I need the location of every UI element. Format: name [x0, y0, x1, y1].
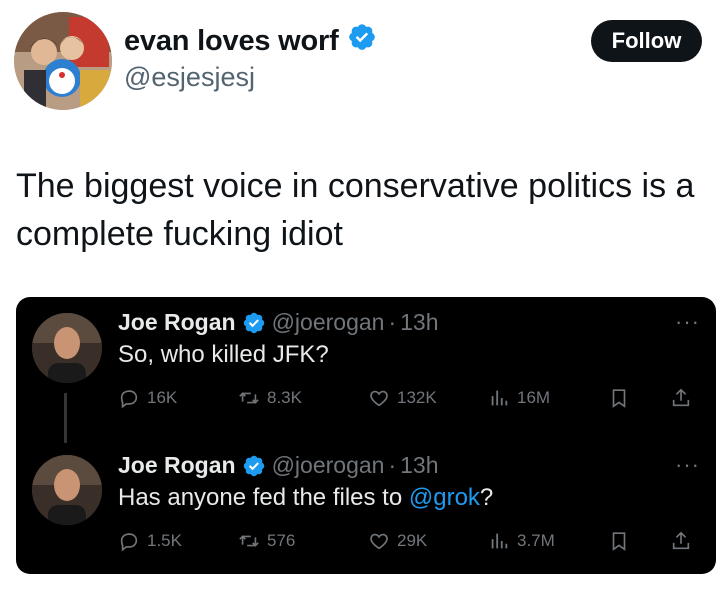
verified-badge-icon	[347, 22, 377, 60]
quoted-tweet-1-separator: ·	[388, 309, 397, 335]
quoted-tweet-2-text-after: ?	[479, 484, 494, 511]
share-button[interactable]	[670, 530, 692, 557]
quoted-tweet-1-time[interactable]: 13h	[400, 309, 438, 336]
avatar-photo-icon	[32, 455, 102, 525]
follow-button[interactable]: Follow	[591, 20, 702, 62]
quoted-tweet-1-header: Joe Rogan @joerogan · 13h	[118, 309, 439, 336]
more-options-icon[interactable]: ···	[675, 309, 700, 335]
views-button[interactable]: 3.7M	[488, 530, 555, 552]
more-options-icon[interactable]: ···	[675, 452, 700, 478]
quoted-tweet-2-actions: 1.5K 576 29K 3.7M	[118, 530, 698, 556]
quoted-tweet-2-text: Has anyone fed the files to @grok?	[118, 484, 493, 512]
retweet-count: 576	[267, 531, 296, 550]
thread-connector-line	[64, 393, 67, 443]
reply-icon	[120, 390, 138, 409]
views-chart-icon	[491, 390, 508, 406]
author-avatar[interactable]	[14, 12, 112, 110]
bookmark-button[interactable]	[608, 530, 630, 557]
like-count: 132K	[397, 388, 437, 407]
view-count: 3.7M	[517, 531, 555, 550]
bookmark-icon	[612, 532, 626, 551]
quoted-tweet-2-header: Joe Rogan @joerogan · 13h	[118, 452, 439, 479]
reply-button[interactable]: 16K	[118, 387, 177, 409]
views-chart-icon	[491, 533, 508, 549]
retweet-icon	[239, 535, 259, 547]
author-handle[interactable]: @esjesjesj	[124, 62, 255, 93]
avatar-photo-icon	[32, 313, 102, 383]
quoted-tweet-2-handle[interactable]: @joerogan	[272, 452, 385, 479]
quoted-tweet-2-time[interactable]: 13h	[400, 452, 438, 479]
like-button[interactable]: 29K	[368, 530, 427, 552]
quoted-avatar-1[interactable]	[32, 313, 102, 383]
tweet-text: The biggest voice in conservative politi…	[16, 167, 695, 253]
views-button[interactable]: 16M	[488, 387, 550, 409]
like-count: 29K	[397, 531, 428, 550]
author-display-name-row[interactable]: evan loves worf	[124, 22, 377, 60]
retweet-button[interactable]: 576	[238, 530, 295, 552]
quoted-tweet-1-text: So, who killed JFK?	[118, 341, 329, 368]
quoted-tweet-2-separator: ·	[388, 452, 397, 478]
author-avatar-photo	[14, 12, 112, 110]
quoted-tweet-1-name[interactable]: Joe Rogan	[118, 309, 236, 336]
bookmark-icon	[612, 389, 626, 408]
retweet-icon	[239, 392, 259, 404]
retweet-button[interactable]: 8.3K	[238, 387, 302, 409]
share-button[interactable]	[670, 387, 692, 414]
quoted-tweet-2-text-before: Has anyone fed the files to	[118, 484, 409, 511]
quoted-tweet-1-handle[interactable]: @joerogan	[272, 309, 385, 336]
heart-icon	[370, 533, 388, 550]
quoted-tweet-1-actions: 16K 8.3K 132K 16M	[118, 387, 698, 413]
retweet-count: 8.3K	[267, 388, 302, 407]
reply-icon	[120, 533, 138, 552]
verified-badge-icon	[242, 454, 266, 478]
embedded-tweets-image[interactable]: Joe Rogan @joerogan · 13h ··· So, who ki…	[16, 297, 716, 574]
reply-count: 16K	[147, 388, 178, 407]
quoted-avatar-2[interactable]	[32, 455, 102, 525]
reply-count: 1.5K	[147, 531, 182, 550]
author-display-name[interactable]: evan loves worf	[124, 25, 339, 58]
view-count: 16M	[517, 388, 551, 407]
heart-icon	[370, 390, 388, 407]
share-icon	[672, 388, 690, 407]
reply-button[interactable]: 1.5K	[118, 530, 182, 552]
share-icon	[672, 531, 690, 550]
verified-badge-icon	[242, 311, 266, 335]
bookmark-button[interactable]	[608, 387, 630, 414]
like-button[interactable]: 132K	[368, 387, 437, 409]
quoted-tweet-2-name[interactable]: Joe Rogan	[118, 452, 236, 479]
grok-mention-link[interactable]: @grok	[409, 484, 480, 511]
